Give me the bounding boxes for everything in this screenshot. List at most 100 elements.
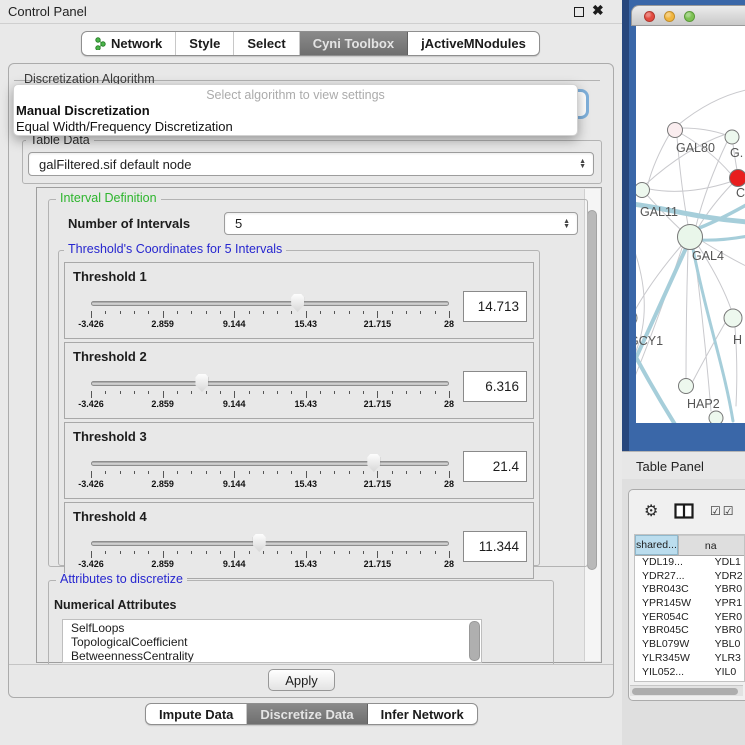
- table-row[interactable]: YIL052...YIL0: [635, 666, 744, 680]
- viewport-scrollbar-thumb[interactable]: [587, 210, 597, 570]
- network-edge[interactable]: [648, 135, 669, 184]
- network-edge[interactable]: [678, 90, 745, 125]
- algorithm-option[interactable]: Equal Width/Frequency Discretization: [14, 118, 577, 134]
- table-row[interactable]: YBL079WYBL0: [635, 638, 744, 652]
- cell-shared-name[interactable]: YIL052...: [635, 666, 707, 680]
- network-edge[interactable]: [693, 323, 725, 381]
- cell-name[interactable]: YPR1: [707, 597, 744, 611]
- network-window-titlebar[interactable]: [631, 5, 745, 26]
- bottom-tab-discretize-data[interactable]: Discretize Data: [247, 704, 367, 724]
- cell-name[interactable]: YBR0: [707, 583, 744, 597]
- float-window-icon[interactable]: [574, 7, 584, 17]
- table-row[interactable]: YDR27...YDR2: [635, 570, 744, 584]
- tab-jactivemnodules[interactable]: jActiveMNodules: [408, 32, 539, 55]
- cell-shared-name[interactable]: YDR27...: [635, 570, 707, 584]
- network-edge[interactable]: [686, 249, 688, 378]
- cell-name[interactable]: YBL0: [707, 638, 744, 652]
- table-row[interactable]: YPR145WYPR1: [635, 597, 744, 611]
- attributes-scrollbar-thumb[interactable]: [469, 621, 480, 661]
- network-node[interactable]: [724, 309, 742, 327]
- network-edge[interactable]: [682, 128, 726, 135]
- minimize-traffic-light-icon[interactable]: [664, 11, 675, 22]
- tab-cyni-toolbox[interactable]: Cyni Toolbox: [300, 32, 408, 55]
- close-traffic-light-icon[interactable]: [644, 11, 655, 22]
- table-hscrollbar-thumb[interactable]: [632, 688, 738, 695]
- cell-shared-name[interactable]: YLR345W: [635, 652, 707, 666]
- threshold-slider-thumb[interactable]: [195, 374, 208, 392]
- cell-shared-name[interactable]: YBL079W: [635, 638, 707, 652]
- attribute-list-item[interactable]: SelfLoops: [63, 620, 481, 634]
- table-row[interactable]: YBR043CYBR0: [635, 583, 744, 597]
- attribute-list-item[interactable]: BetweennessCentrality: [63, 648, 481, 662]
- table-row[interactable]: YDL19...YDL1: [635, 556, 744, 570]
- table-row[interactable]: YBR045CYBR0: [635, 624, 744, 638]
- tab-select[interactable]: Select: [234, 32, 299, 55]
- slider-ticks: [91, 391, 449, 398]
- algorithm-placeholder-option[interactable]: Select algorithm to view settings: [14, 85, 577, 102]
- column-header-name[interactable]: na: [678, 535, 744, 555]
- threshold-slider-track[interactable]: [91, 461, 449, 466]
- bottom-tab-impute-data[interactable]: Impute Data: [146, 704, 247, 724]
- close-icon[interactable]: ✖: [592, 2, 604, 19]
- threshold-value-field[interactable]: 6.316: [463, 371, 527, 402]
- cell-shared-name[interactable]: YDL19...: [635, 556, 707, 570]
- checkboxes-icon[interactable]: ☑☑: [710, 504, 736, 518]
- table-panel-header: Table Panel: [622, 451, 745, 479]
- cell-name[interactable]: YLR3: [707, 652, 744, 666]
- zoom-traffic-light-icon[interactable]: [684, 11, 695, 22]
- column-header-shared-name[interactable]: shared...: [635, 535, 678, 555]
- network-canvas[interactable]: GAL80G.CGAL11GAL4GCY1HHAP2: [636, 26, 745, 423]
- threshold-slider-thumb[interactable]: [253, 534, 266, 552]
- numerical-attributes-list[interactable]: SelfLoopsTopologicalCoefficientBetweenne…: [62, 619, 482, 663]
- threshold-slider-thumb[interactable]: [291, 294, 304, 312]
- network-node-label: C: [736, 186, 745, 200]
- network-node[interactable]: [668, 123, 683, 138]
- cell-name[interactable]: YIL0: [707, 666, 744, 680]
- cell-shared-name[interactable]: YPR145W: [635, 597, 707, 611]
- network-edge[interactable]: [694, 249, 711, 411]
- network-node[interactable]: [678, 225, 703, 250]
- cell-shared-name[interactable]: YER054C: [635, 611, 707, 625]
- table-row[interactable]: YLR345WYLR3: [635, 652, 744, 666]
- network-edge[interactable]: [636, 246, 681, 312]
- network-node[interactable]: [636, 183, 650, 198]
- cell-shared-name[interactable]: YBR043C: [635, 583, 707, 597]
- slider-ticks: [91, 311, 449, 318]
- cell-name[interactable]: YDR2: [707, 570, 744, 584]
- gear-icon[interactable]: ⚙: [644, 501, 658, 521]
- threshold-slider-thumb[interactable]: [367, 454, 380, 472]
- algorithm-option[interactable]: Manual Discretization: [14, 102, 577, 118]
- network-edge[interactable]: [649, 182, 730, 191]
- network-node[interactable]: [679, 379, 694, 394]
- apply-button[interactable]: Apply: [268, 669, 335, 691]
- table-data-combobox[interactable]: galFiltered.sif default node ▲▼: [28, 152, 594, 176]
- network-node[interactable]: [636, 310, 637, 326]
- tab-network[interactable]: Network: [82, 32, 176, 55]
- cell-name[interactable]: YDL1: [707, 556, 744, 570]
- threshold-value-field[interactable]: 21.4: [463, 451, 527, 482]
- threshold-slider-track[interactable]: [91, 301, 449, 306]
- network-node[interactable]: [709, 411, 723, 423]
- node-attribute-table[interactable]: shared... na YDL19...YDL1YDR27...YDR2YBR…: [634, 534, 745, 682]
- network-node[interactable]: [725, 130, 739, 144]
- cell-name[interactable]: YER0: [707, 611, 744, 625]
- network-edge-highlighted[interactable]: [700, 236, 745, 240]
- threshold-value-field[interactable]: 11.344: [463, 531, 527, 562]
- bottom-tab-infer-network[interactable]: Infer Network: [368, 704, 477, 724]
- cell-shared-name[interactable]: YBR045C: [635, 624, 707, 638]
- network-edge-highlighted[interactable]: [693, 249, 733, 421]
- threshold-slider-track[interactable]: [91, 541, 449, 546]
- number-of-intervals-combobox[interactable]: 5 ▲▼: [224, 212, 578, 235]
- network-node-label: HAP2: [687, 397, 720, 411]
- table-row[interactable]: YER054CYER0: [635, 611, 744, 625]
- threshold-value-field[interactable]: 14.713: [463, 291, 527, 322]
- attribute-list-item[interactable]: TopologicalCoefficient: [63, 634, 481, 648]
- slider-tick-labels: -3.4262.8599.14415.4321.71528: [91, 559, 449, 570]
- table-hscrollbar-track[interactable]: [630, 685, 743, 696]
- threshold-slider-track[interactable]: [91, 381, 449, 386]
- split-columns-icon[interactable]: [674, 503, 694, 519]
- network-node[interactable]: [730, 170, 745, 187]
- cell-name[interactable]: YBR0: [707, 624, 744, 638]
- tab-style[interactable]: Style: [176, 32, 234, 55]
- slider-tick-labels: -3.4262.8599.14415.4321.71528: [91, 479, 449, 490]
